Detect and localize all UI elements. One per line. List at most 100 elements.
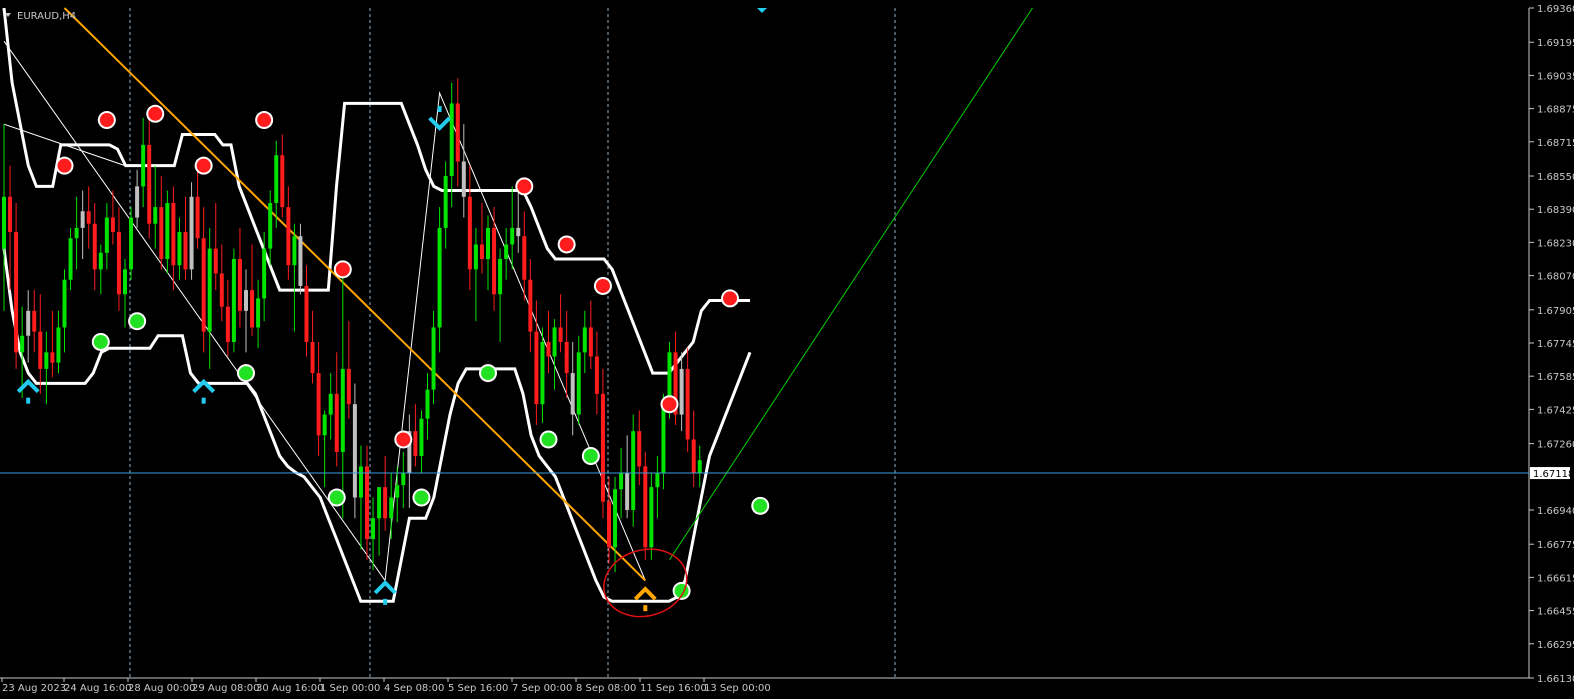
candle-body xyxy=(643,466,648,548)
candle-body xyxy=(600,393,605,502)
candle-body xyxy=(286,207,291,266)
candle-body xyxy=(207,248,212,332)
candle-body xyxy=(68,238,73,280)
candle-body xyxy=(655,472,660,488)
sell-signal-dot xyxy=(257,113,272,128)
candle-body xyxy=(165,202,170,259)
candle-body xyxy=(691,439,696,473)
candle-body xyxy=(594,356,599,394)
candle-body xyxy=(256,298,261,328)
candle-body xyxy=(570,373,575,415)
candle-body xyxy=(92,223,97,270)
sell-signal-dot xyxy=(57,158,72,173)
candle-body xyxy=(116,232,121,295)
candle-body xyxy=(383,487,388,519)
price-tick-label: 1.69360 xyxy=(1537,4,1574,15)
candle-body xyxy=(135,186,140,218)
candle-body xyxy=(32,310,37,332)
candle-body xyxy=(2,196,6,249)
candle-body xyxy=(129,217,134,270)
candle-body xyxy=(183,232,188,270)
price-tick-label: 1.67585 xyxy=(1537,372,1574,383)
price-tick-label: 1.66940 xyxy=(1537,506,1574,517)
candle-body xyxy=(189,196,194,270)
candle-body xyxy=(486,227,490,259)
candle-body xyxy=(62,279,67,328)
candle-body xyxy=(685,368,690,440)
cyan-arrow-icon-stem xyxy=(437,106,442,113)
candle-body xyxy=(576,352,581,415)
time-tick-label: 13 Sep 00:00 xyxy=(704,683,771,694)
candle-body xyxy=(467,196,472,270)
sell-signal-dot xyxy=(559,237,574,252)
price-tick-label: 1.68230 xyxy=(1537,238,1574,249)
buy-signal-dot xyxy=(130,314,145,329)
cyan-arrow-icon-stem xyxy=(201,397,206,404)
time-tick-label: 5 Sep 16:00 xyxy=(448,683,508,694)
candle-body xyxy=(631,431,636,510)
candle-body xyxy=(588,327,593,357)
candle-body xyxy=(425,389,430,419)
candle-body xyxy=(262,248,267,299)
candle-body xyxy=(268,202,273,249)
time-tick-label: 8 Sep 08:00 xyxy=(576,683,636,694)
candle-body xyxy=(225,306,230,342)
candle-body xyxy=(346,368,351,405)
candle-body xyxy=(147,144,152,224)
candle-body xyxy=(280,155,285,208)
candle-body xyxy=(201,238,206,332)
candle-body xyxy=(498,258,503,295)
candle-body xyxy=(522,236,527,280)
candle-body xyxy=(377,487,382,519)
candle-body xyxy=(213,248,218,274)
candle-body xyxy=(455,103,460,162)
candle-body xyxy=(171,202,176,266)
candle-body xyxy=(461,161,466,197)
time-tick-label: 29 Aug 08:00 xyxy=(192,683,259,694)
candle-body xyxy=(661,404,666,473)
candle-body xyxy=(340,368,345,452)
sell-signal-dot xyxy=(335,262,350,277)
candle-body xyxy=(56,327,61,363)
candle-body xyxy=(564,341,569,374)
cyan-arrow-icon-stem xyxy=(26,397,31,404)
candle-body xyxy=(679,368,684,415)
candle-body xyxy=(389,497,394,519)
price-tick-label: 1.66615 xyxy=(1537,573,1574,584)
candle-body xyxy=(195,196,200,239)
candle-body xyxy=(552,327,557,357)
candle-body xyxy=(607,501,611,548)
price-tick-label: 1.67260 xyxy=(1537,440,1574,451)
candle-body xyxy=(322,414,327,436)
candle-body xyxy=(50,352,55,363)
candle-body xyxy=(250,290,255,328)
price-chart[interactable]: 1.69360 1.69195 1.69035 1.68875 1.68715 1.685… xyxy=(0,0,1574,699)
buy-signal-dot xyxy=(583,449,598,464)
candle-body xyxy=(328,393,333,415)
price-tick-label: 1.69035 xyxy=(1537,71,1574,82)
candle-body xyxy=(237,258,242,311)
sell-signal-dot xyxy=(99,113,114,128)
price-tick-label: 1.67745 xyxy=(1537,339,1574,350)
candle-body xyxy=(510,227,515,245)
candle-body xyxy=(352,404,357,498)
price-tick-label: 1.68715 xyxy=(1537,138,1574,149)
sell-signal-dot xyxy=(396,432,411,447)
candle-body xyxy=(582,327,587,353)
candle-body xyxy=(358,466,363,498)
buy-signal-dot xyxy=(329,490,344,505)
time-tick-label: 24 Aug 16:00 xyxy=(64,683,131,694)
candle-body xyxy=(110,217,115,233)
candle-body xyxy=(98,252,103,270)
time-tick-label: 23 Aug 2023 xyxy=(2,683,66,694)
sell-signal-dot xyxy=(595,278,610,293)
chart-background xyxy=(0,0,1574,699)
price-tick-label: 1.66295 xyxy=(1537,640,1574,651)
candle-body xyxy=(516,227,521,237)
price-tick-label: 1.66775 xyxy=(1537,540,1574,551)
candle-body xyxy=(540,341,545,405)
candle-body xyxy=(534,331,539,405)
candle-body xyxy=(334,393,339,452)
candle-body xyxy=(104,217,109,253)
candle-body xyxy=(141,144,146,187)
